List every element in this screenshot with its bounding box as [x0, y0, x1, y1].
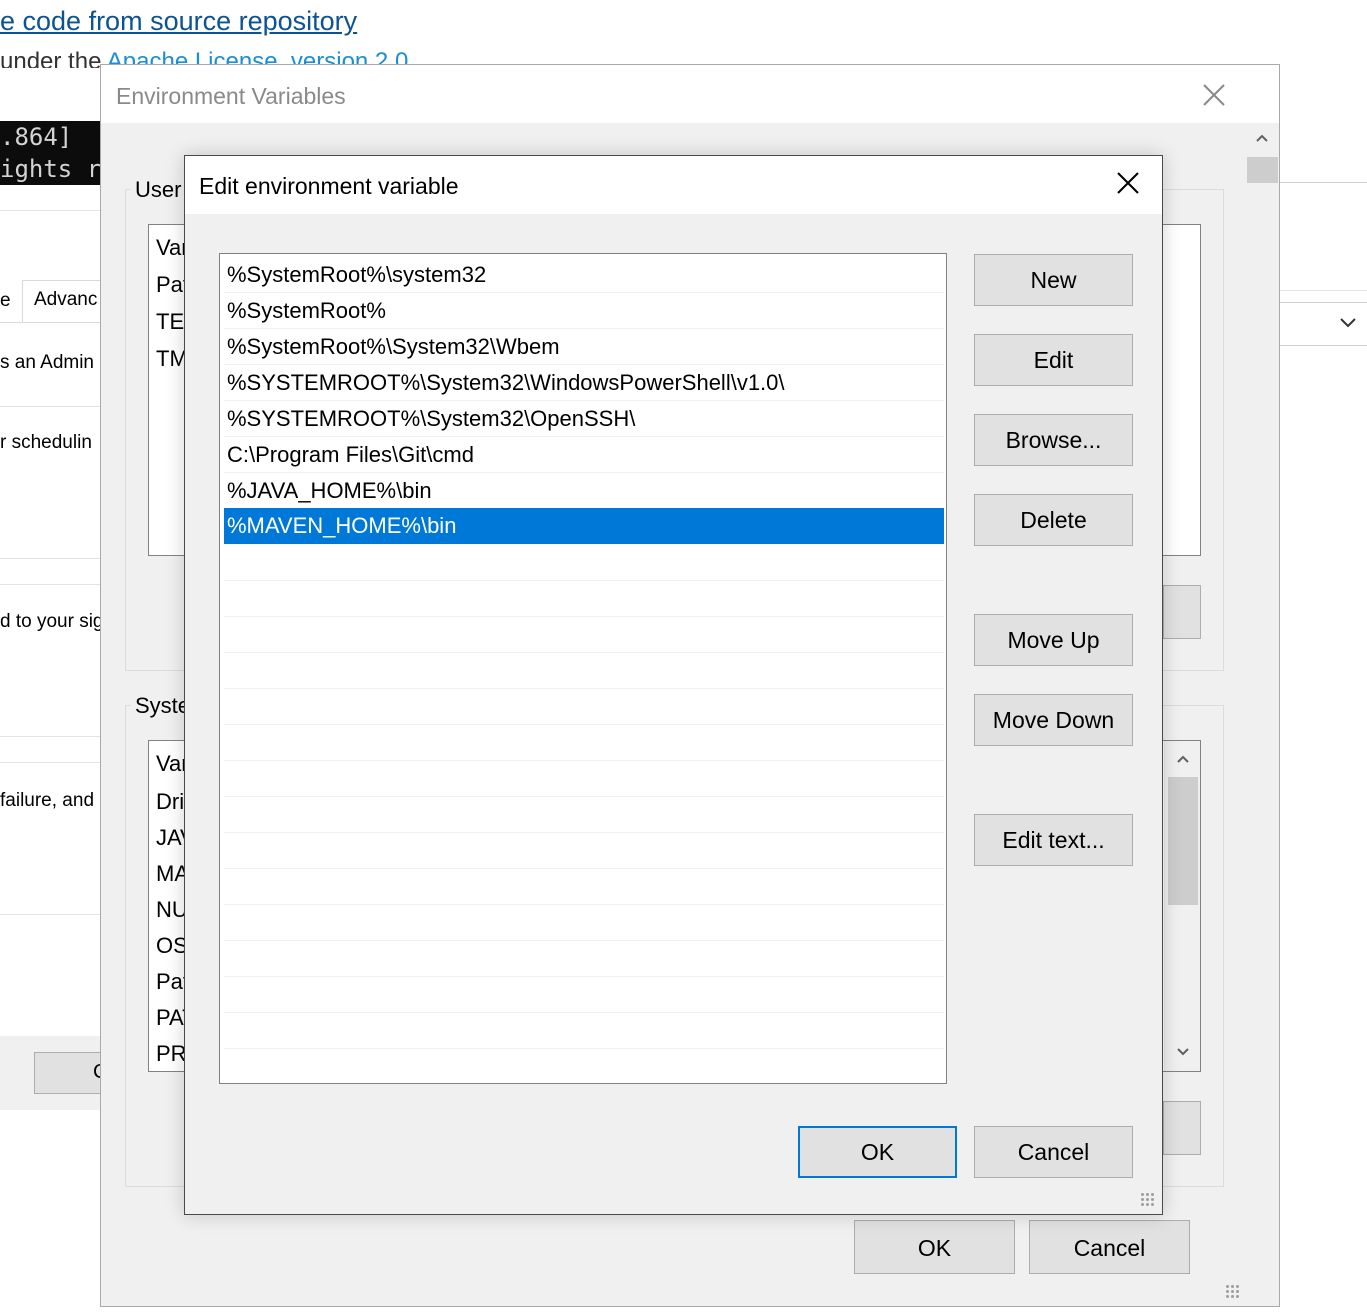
- user-profiles-text: d to your sig: [0, 611, 104, 632]
- edit-text-button[interactable]: Edit text...: [974, 814, 1133, 866]
- delete-button[interactable]: Delete: [974, 494, 1133, 546]
- edit-environment-variable-dialog: Edit environment variable %SystemRoot%\s…: [184, 155, 1163, 1215]
- user-delete-button[interactable]: [1163, 585, 1201, 639]
- empty-row[interactable]: [224, 1013, 944, 1049]
- edit-label: Edit: [1033, 347, 1074, 373]
- environment-variables-title: Environment Variables: [116, 83, 346, 109]
- tab-remote[interactable]: e: [0, 290, 11, 312]
- system-properties-panel: [0, 210, 104, 1111]
- empty-row[interactable]: [224, 653, 944, 689]
- list-item[interactable]: %SYSTEMROOT%\System32\WindowsPowerShell\…: [224, 365, 944, 401]
- divider: [0, 736, 104, 737]
- list-item[interactable]: %SystemRoot%\system32: [224, 257, 944, 293]
- divider: [0, 406, 104, 407]
- chevron-up-icon[interactable]: [1255, 133, 1269, 143]
- scrollbar-thumb[interactable]: [1168, 777, 1198, 905]
- cancel-button[interactable]: Cancel: [1029, 1220, 1190, 1274]
- chevron-down-icon: [1340, 318, 1356, 328]
- scrollbar-track[interactable]: [1247, 123, 1278, 183]
- move-down-button[interactable]: Move Down: [974, 694, 1133, 746]
- close-icon[interactable]: [1111, 166, 1145, 200]
- list-item[interactable]: NU: [156, 897, 188, 923]
- edit-dialog-title: Edit environment variable: [199, 173, 459, 199]
- terminal-window: .864] ights r: [0, 121, 104, 185]
- browse-label: Browse...: [1005, 427, 1102, 453]
- list-item-text: %SystemRoot%\system32: [227, 262, 487, 287]
- empty-row[interactable]: [224, 689, 944, 725]
- empty-row[interactable]: [224, 725, 944, 761]
- system-list-scrollbar[interactable]: [1164, 741, 1200, 1071]
- list-item-text: %SYSTEMROOT%\System32\OpenSSH\: [227, 406, 636, 431]
- scrollbar-thumb[interactable]: [1247, 157, 1278, 183]
- list-item[interactable]: Dri: [156, 789, 184, 815]
- list-item-text: %SystemRoot%\System32\Wbem: [227, 334, 560, 359]
- empty-row[interactable]: [224, 617, 944, 653]
- ok-label: OK: [917, 1235, 952, 1261]
- empty-row[interactable]: [224, 905, 944, 941]
- terminal-line: .864]: [0, 123, 73, 151]
- list-item-text: %JAVA_HOME%\bin: [227, 478, 432, 503]
- tab-advanced-label: Advanc: [34, 289, 98, 310]
- chevron-down-icon[interactable]: [1176, 1047, 1190, 1057]
- empty-row[interactable]: [224, 797, 944, 833]
- move-up-button[interactable]: Move Up: [974, 614, 1133, 666]
- empty-row[interactable]: [224, 1049, 944, 1083]
- cancel-label: Cancel: [1017, 1139, 1090, 1165]
- license-prefix: under the: [0, 48, 107, 68]
- list-item[interactable]: %SystemRoot%: [224, 293, 944, 329]
- environment-variables-titlebar: Environment Variables: [101, 65, 1279, 123]
- list-item-text: %MAVEN_HOME%\bin: [227, 513, 457, 538]
- delete-label: Delete: [1020, 507, 1087, 533]
- resize-grip-icon[interactable]: [1225, 1284, 1239, 1298]
- list-item-text: C:\Program Files\Git\cmd: [227, 442, 474, 467]
- divider: [0, 762, 104, 763]
- edit-dialog-titlebar: Edit environment variable: [185, 156, 1162, 214]
- user-variables-label: User: [131, 177, 186, 203]
- browse-button[interactable]: Browse...: [974, 414, 1133, 466]
- startup-recovery-text: failure, and: [0, 790, 95, 811]
- performance-text: s an Admin: [0, 352, 94, 373]
- list-item-text: %SystemRoot%: [227, 298, 386, 323]
- new-label: New: [1030, 267, 1077, 293]
- system-delete-button[interactable]: [1163, 1101, 1201, 1155]
- cancel-label: Cancel: [1073, 1235, 1146, 1261]
- move-up-label: Move Up: [1007, 627, 1100, 653]
- close-icon[interactable]: [1203, 84, 1225, 106]
- list-item[interactable]: %JAVA_HOME%\bin: [224, 473, 944, 509]
- empty-row[interactable]: [224, 545, 944, 581]
- list-item[interactable]: %SystemRoot%\System32\Wbem: [224, 329, 944, 365]
- ok-button[interactable]: OK: [854, 1220, 1015, 1274]
- divider: [0, 914, 104, 915]
- visual-effects-text: r schedulin: [0, 432, 92, 453]
- path-entries-list[interactable]: %SystemRoot%\system32 %SystemRoot% %Syst…: [219, 253, 947, 1084]
- empty-row[interactable]: [224, 581, 944, 617]
- edit-text-label: Edit text...: [1002, 827, 1105, 853]
- list-item-text: %SYSTEMROOT%\System32\WindowsPowerShell\…: [227, 370, 785, 395]
- empty-row[interactable]: [224, 833, 944, 869]
- list-item-selected[interactable]: %MAVEN_HOME%\bin: [224, 508, 944, 544]
- ok-label: OK: [860, 1139, 895, 1165]
- terminal-line: ights r: [0, 155, 102, 183]
- empty-row[interactable]: [224, 761, 944, 797]
- chevron-up-icon[interactable]: [1176, 754, 1190, 764]
- move-down-label: Move Down: [992, 707, 1115, 733]
- empty-row[interactable]: [224, 941, 944, 977]
- new-button[interactable]: New: [974, 254, 1133, 306]
- source-repository-link[interactable]: e code from source repository: [0, 6, 357, 37]
- edit-button[interactable]: Edit: [974, 334, 1133, 386]
- cancel-button[interactable]: Cancel: [974, 1126, 1133, 1178]
- empty-row[interactable]: [224, 869, 944, 905]
- divider: [0, 584, 104, 585]
- list-item[interactable]: %SYSTEMROOT%\System32\OpenSSH\: [224, 401, 944, 437]
- ok-button[interactable]: OK: [798, 1126, 957, 1178]
- list-item[interactable]: C:\Program Files\Git\cmd: [224, 437, 944, 473]
- resize-grip-icon[interactable]: [1140, 1192, 1154, 1206]
- empty-row[interactable]: [224, 977, 944, 1013]
- list-item[interactable]: PR: [156, 1041, 187, 1067]
- list-item[interactable]: TM: [156, 346, 188, 372]
- divider: [0, 558, 104, 559]
